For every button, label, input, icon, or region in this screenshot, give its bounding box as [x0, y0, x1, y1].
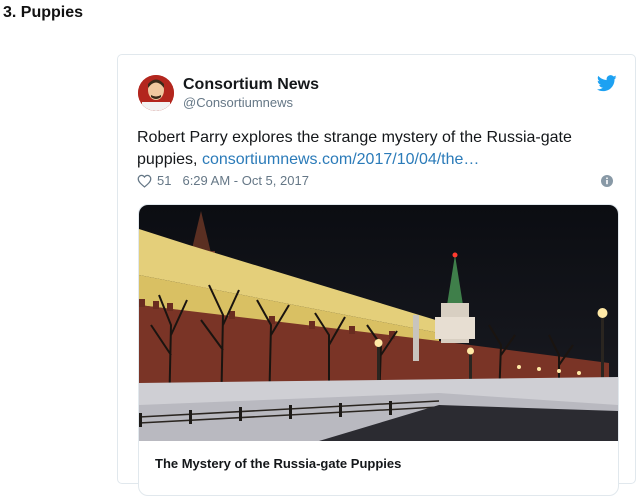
author-handle[interactable]: @Consortiumnews — [183, 95, 293, 110]
like-count[interactable]: 51 — [157, 173, 171, 188]
info-icon[interactable] — [601, 175, 613, 187]
tweet-timestamp[interactable]: 6:29 AM - Oct 5, 2017 — [182, 173, 308, 188]
tweet-text: Robert Parry explores the strange myster… — [137, 127, 607, 171]
link-preview-card[interactable]: The Mystery of the Russia-gate Puppies — [138, 204, 619, 496]
author-name[interactable]: Consortium News — [183, 76, 319, 94]
link-card-title[interactable]: The Mystery of the Russia-gate Puppies — [155, 456, 401, 471]
section-heading: 3. Puppies — [3, 4, 84, 21]
kremlin-night-photo[interactable] — [139, 205, 618, 441]
twitter-bird-icon[interactable] — [597, 75, 617, 92]
embedded-tweet[interactable]: Consortium News @Consortiumnews Robert P… — [117, 54, 636, 496]
tweet-link[interactable]: consortiumnews.com/2017/10/04/the… — [202, 151, 479, 168]
tweet-meta: 51 6:29 AM - Oct 5, 2017 — [137, 173, 309, 188]
author-avatar[interactable] — [138, 75, 174, 111]
heart-icon[interactable] — [137, 174, 152, 188]
